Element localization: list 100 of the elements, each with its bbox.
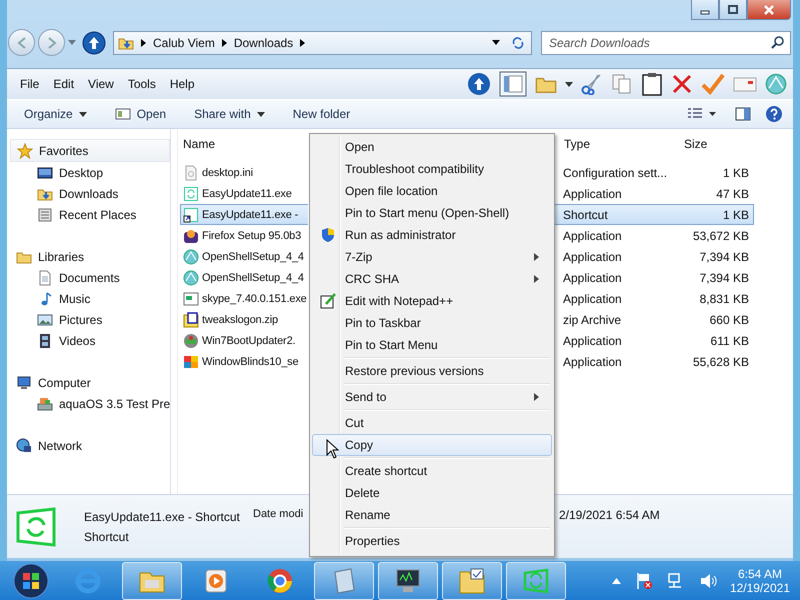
refresh-icon[interactable] [511,36,525,50]
taskbar-button[interactable] [442,562,502,600]
menu-item[interactable]: Send to [312,386,552,408]
menu-item[interactable]: Pin to Start Menu [312,334,552,356]
start-button[interactable] [13,562,49,598]
download-entry[interactable]: OpenShellSetup_4_4 [180,246,308,267]
menu-item[interactable]: Pin to Taskbar [312,312,552,334]
navigation-heading[interactable]: Libraries [10,246,170,267]
caret-icon[interactable] [565,82,573,86]
forward-button[interactable] [38,29,65,56]
refresh-app-icon [521,566,551,596]
star-icon [17,142,33,158]
speaker-icon[interactable] [698,572,717,590]
menu-item[interactable]: Properties [312,530,552,552]
navigation-item[interactable]: Pictures [10,309,170,330]
download-entry[interactable]: skype_7.40.0.151.exe [180,288,308,309]
menu-item[interactable]: Delete [312,482,552,504]
file-size: 611 KB [710,334,749,348]
open-button[interactable]: Open [106,104,176,124]
mouse-pointer-icon [326,439,339,459]
clipboard-button[interactable] [641,72,663,96]
show-hidden-icons-button[interactable] [612,578,621,584]
new-folder-button[interactable]: New folder [284,104,360,124]
menu-item[interactable]: 7-Zip [312,246,552,268]
address-bar[interactable]: Calub Viem Downloads [113,30,532,54]
menu-item[interactable]: File [13,75,46,93]
menu-item[interactable]: Restore previous versions [312,360,552,382]
back-button[interactable] [8,29,35,56]
search-field[interactable]: Search Downloads [541,30,791,54]
breadcrumb[interactable]: Downloads [234,36,294,50]
menu-item[interactable]: View [81,75,121,93]
menu-item[interactable]: Help [162,75,202,93]
panel-toggle-button[interactable] [499,71,527,97]
navigation-item[interactable]: aquaOS 3.5 Test Pre [10,393,170,414]
breadcrumb[interactable]: Calub Viem [153,36,215,50]
organize-button[interactable]: Organize [15,104,96,124]
app-icon [183,228,199,244]
file-size: 8,831 KB [698,292,749,306]
app-icon [183,332,199,348]
menu-item[interactable]: Open [312,136,552,158]
checkmark-button[interactable] [701,73,725,95]
navigation-item[interactable]: Desktop [10,162,170,183]
download-entry[interactable]: OpenShellSetup_4_4 [180,267,308,288]
view-options-button[interactable] [687,107,717,121]
menu-item[interactable]: Rename [312,504,552,526]
file-type: Shortcut [563,208,609,222]
details-file-name: EasyUpdate11.exe - Shortcut [84,510,241,524]
navigation-item[interactable]: Videos [10,330,170,351]
card-button[interactable] [733,75,757,93]
up-arrow-button[interactable] [467,72,491,96]
taskbar-button[interactable] [378,562,438,600]
close-button[interactable] [747,0,791,20]
navigation-item[interactable]: Music [10,288,170,309]
menu-item[interactable]: Run as administrator [312,224,552,246]
menu-item[interactable]: Troubleshoot compatibility [312,158,552,180]
file-size: 660 KB [708,312,749,326]
menu-item[interactable]: Open file location [312,180,552,202]
up-arrow-button[interactable] [82,30,106,54]
file-name: EasyUpdate11.exe - [202,208,298,220]
file-type: Application [563,334,623,348]
file-name: skype_7.40.0.151.exe [202,292,307,304]
download-entry[interactable]: Win7BootUpdater2. [180,330,308,351]
download-entry[interactable]: WindowBlinds10_se [180,351,308,372]
file-size: 53,672 KB [692,228,749,242]
clock[interactable]: 6:54 AM 12/19/2021 [726,566,794,594]
navigation-item[interactable]: Documents [10,267,170,288]
menu-item[interactable]: Cut [312,412,552,434]
download-entry[interactable]: desktop.ini [180,162,308,183]
help-icon[interactable] [765,105,783,123]
flag-icon[interactable] [634,572,653,590]
share-button[interactable]: Share with [185,104,274,124]
delete-button[interactable] [671,73,693,95]
menu-item[interactable]: Edit with Notepad++ [312,290,552,312]
menu-item[interactable]: Tools [120,75,163,93]
minimize-button[interactable] [691,0,719,20]
navigation-item[interactable]: Downloads [10,183,170,204]
scissors-button[interactable] [581,73,603,95]
preview-pane-button[interactable] [735,107,751,121]
download-entry[interactable]: Firefox Setup 95.0b3 [180,225,308,246]
menu-item[interactable]: Pin to Start menu (Open-Shell) [312,202,552,224]
details-label: Date modi [253,508,304,520]
navigation-heading[interactable]: Favorites [10,139,170,162]
menu-item[interactable]: CRC SHA [312,268,552,290]
window-icon [183,290,199,306]
menu-item[interactable]: Create shortcut [312,460,552,482]
maximize-button[interactable] [719,0,747,20]
download-entry[interactable]: EasyUpdate11.exe [180,183,308,204]
column-header[interactable]: Type [564,137,684,151]
menu-item[interactable]: Edit [46,75,82,93]
menu-item[interactable]: Copy [312,434,552,456]
copy-button[interactable] [611,73,633,95]
shell-button[interactable] [765,73,787,95]
navigation-heading[interactable]: Computer [10,372,170,393]
navigation-item[interactable]: Recent Places [10,204,170,225]
navigation-heading[interactable]: Network [10,435,170,456]
dropdown-icon[interactable] [492,40,500,45]
file-size: 1 KB [722,208,749,222]
download-entry[interactable]: EasyUpdate11.exe - [180,204,308,225]
download-entry[interactable]: tweakslogon.zip [180,309,308,330]
column-header[interactable]: Size [684,137,708,151]
